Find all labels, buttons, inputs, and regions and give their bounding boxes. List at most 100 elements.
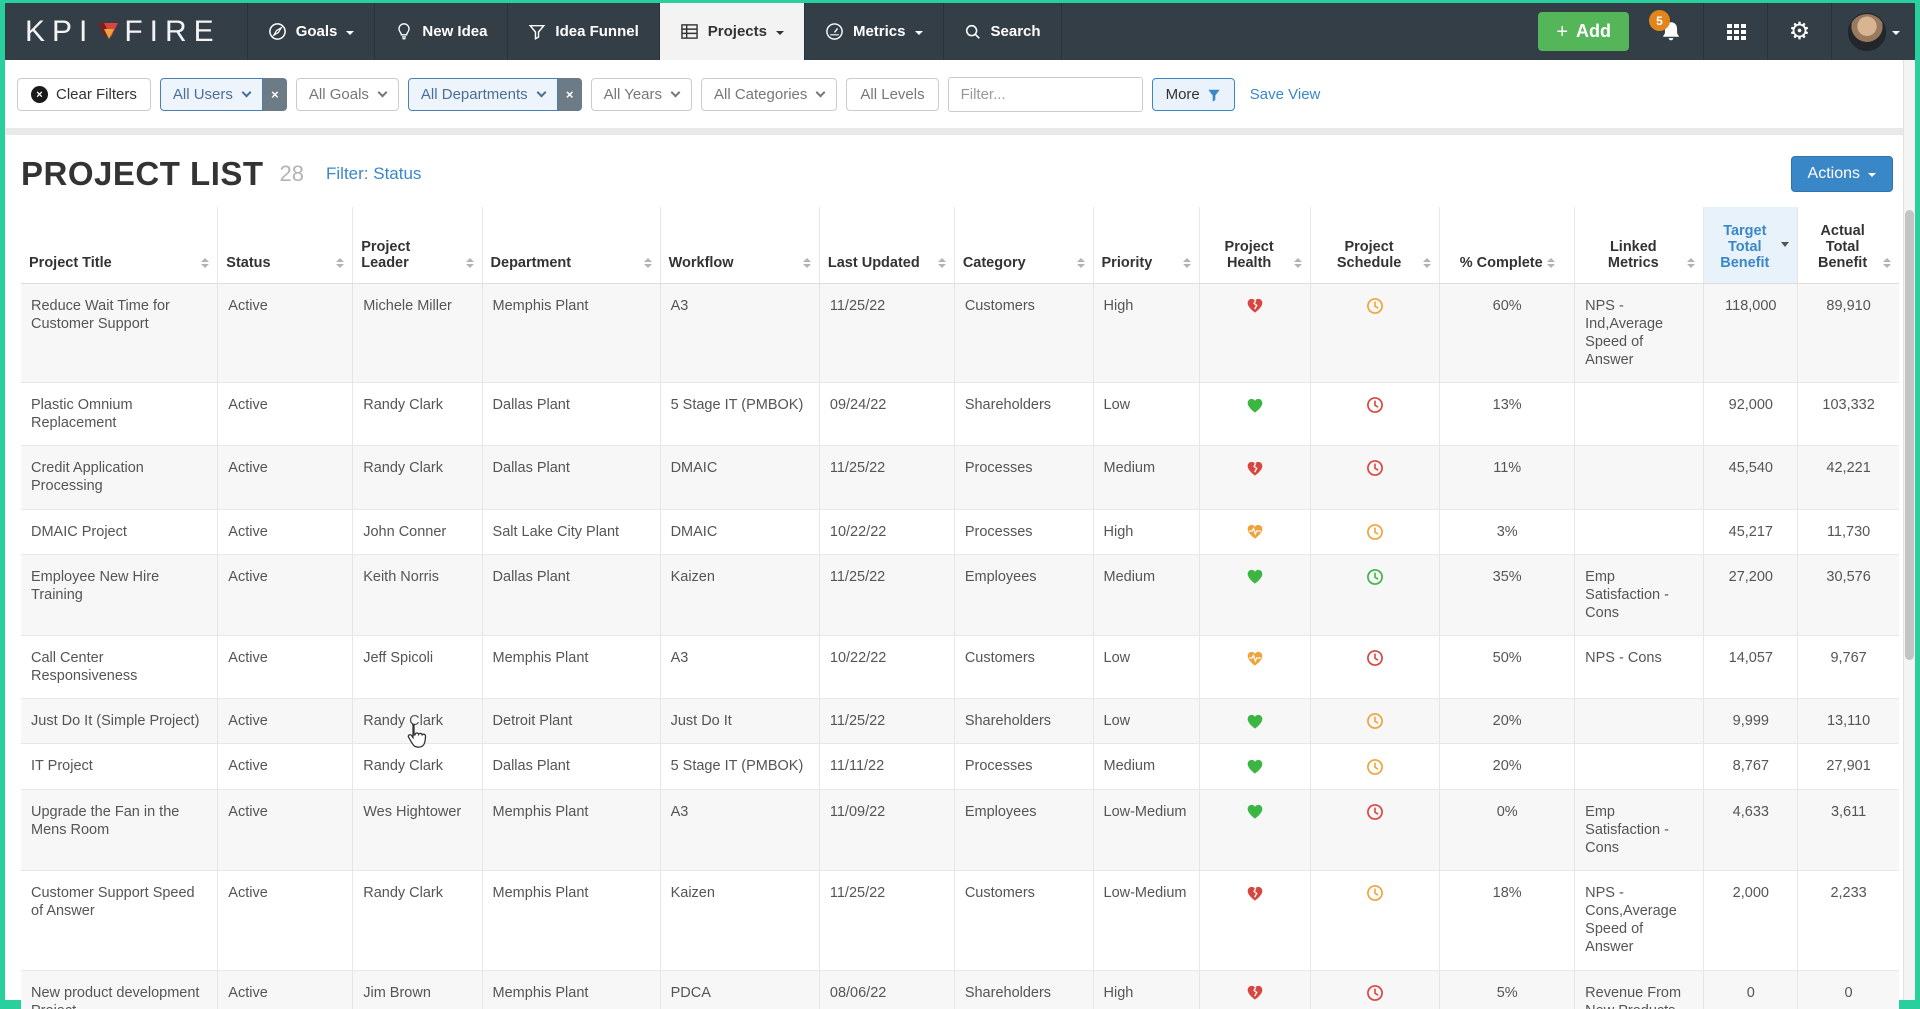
cell-actual-benefit: 89,910 (1798, 283, 1899, 383)
filter-select-all-users[interactable]: All Users (160, 78, 263, 111)
table-row[interactable]: DMAIC Project Active John Conner Salt La… (21, 509, 1899, 554)
cell-priority: Medium (1093, 744, 1200, 789)
cell-actual-benefit: 9,767 (1798, 636, 1899, 699)
filter-select-all-categories[interactable]: All Categories (701, 78, 837, 111)
table-row[interactable]: New product development Project Active J… (21, 970, 1899, 1009)
settings-button[interactable]: ⚙ (1767, 3, 1831, 60)
cell-project-title[interactable]: Employee New Hire Training (21, 554, 218, 635)
column-header-priority[interactable]: Priority (1093, 207, 1200, 283)
column-header-workflow[interactable]: Workflow (660, 207, 819, 283)
cell-target-benefit: 2,000 (1704, 871, 1798, 971)
table-row[interactable]: Just Do It (Simple Project) Active Randy… (21, 699, 1899, 744)
vertical-scrollbar[interactable] (1903, 60, 1915, 1000)
cell-workflow: Kaizen (660, 871, 819, 971)
cell-target-benefit: 0 (1704, 970, 1798, 1009)
kpi-fire-logo[interactable]: KPI FIRE (5, 3, 247, 60)
cell-project-title[interactable]: DMAIC Project (21, 509, 218, 554)
table-row[interactable]: Plastic Omnium Replacement Active Randy … (21, 383, 1899, 446)
health-red-broken-heart-icon (1246, 885, 1264, 901)
cell-project-title[interactable]: Customer Support Speed of Answer (21, 871, 218, 971)
column-header-status[interactable]: Status (218, 207, 353, 283)
cell-department: Dallas Plant (482, 383, 660, 446)
filter-clear-all-departments[interactable]: × (558, 78, 582, 111)
column-header-department[interactable]: Department (482, 207, 660, 283)
column-header-project-leader[interactable]: Project Leader (353, 207, 482, 283)
cell-project-title[interactable]: Reduce Wait Time for Customer Support (21, 283, 218, 383)
caret-down-icon (1868, 173, 1876, 177)
table-row[interactable]: IT Project Active Randy Clark Dallas Pla… (21, 744, 1899, 789)
clear-filters-button[interactable]: × Clear Filters (17, 78, 151, 111)
health-green-heart-icon (1246, 569, 1264, 585)
cell-project-title[interactable]: Plastic Omnium Replacement (21, 383, 218, 446)
column-header-project-health[interactable]: Project Health (1200, 207, 1311, 283)
health-green-heart-icon (1246, 713, 1264, 729)
table-row[interactable]: Call Center Responsiveness Active Jeff S… (21, 636, 1899, 699)
notifications-button[interactable]: 5 (1639, 3, 1703, 60)
chevron-down-icon (671, 88, 681, 98)
cell-project-title[interactable]: Just Do It (Simple Project) (21, 699, 218, 744)
scrollbar-thumb[interactable] (1905, 210, 1914, 660)
nav-item-projects[interactable]: Projects (659, 3, 804, 60)
cell-department: Memphis Plant (482, 789, 660, 870)
add-button[interactable]: + Add (1538, 12, 1629, 51)
filter-button-all-levels[interactable]: All Levels (846, 78, 938, 111)
cell-project-title[interactable]: New product development Project (21, 970, 218, 1009)
cell-status: Active (218, 509, 353, 554)
cell-project-leader: Keith Norris (353, 554, 482, 635)
filter-select-all-years[interactable]: All Years (591, 78, 692, 111)
cell-project-title[interactable]: IT Project (21, 744, 218, 789)
apps-grid-button[interactable] (1703, 3, 1767, 60)
cell-workflow: Just Do It (660, 699, 819, 744)
cell-category: Customers (954, 636, 1093, 699)
cell-workflow: 5 Stage IT (PMBOK) (660, 383, 819, 446)
nav-item-idea-funnel[interactable]: Idea Funnel (507, 3, 658, 60)
cell-linked-metrics (1575, 383, 1704, 446)
filter-clear-all-users[interactable]: × (263, 78, 287, 111)
cell-status: Active (218, 871, 353, 971)
cell-priority: Low (1093, 699, 1200, 744)
column-header-linked-metrics[interactable]: Linked Metrics (1575, 207, 1704, 283)
filter-select-all-departments[interactable]: All Departments (408, 78, 558, 111)
column-header--complete[interactable]: % Complete (1440, 207, 1575, 283)
table-row[interactable]: Customer Support Speed of Answer Active … (21, 871, 1899, 971)
cell-project-title[interactable]: Call Center Responsiveness (21, 636, 218, 699)
nav-item-search[interactable]: Search (943, 3, 1062, 60)
column-header-target-total-benefit[interactable]: Target Total Benefit (1704, 207, 1798, 283)
table-row[interactable]: Reduce Wait Time for Customer Support Ac… (21, 283, 1899, 383)
more-filters-button[interactable]: More (1152, 78, 1235, 111)
column-header-project-title[interactable]: Project Title (21, 207, 218, 283)
actions-button[interactable]: Actions (1791, 156, 1893, 192)
cell-project-title[interactable]: Upgrade the Fan in the Mens Room (21, 789, 218, 870)
filter-group-all-categories: All Categories (701, 78, 837, 111)
column-header-category[interactable]: Category (954, 207, 1093, 283)
column-header-project-schedule[interactable]: Project Schedule (1310, 207, 1439, 283)
schedule-orange-clock-icon (1366, 298, 1384, 314)
cell-linked-metrics: NPS - Cons,Average Speed of Answer (1575, 871, 1704, 971)
health-green-heart-icon (1246, 397, 1264, 413)
cell-percent-complete: 13% (1440, 383, 1575, 446)
cell-project-leader: Jeff Spicoli (353, 636, 482, 699)
column-header-actual-total-benefit[interactable]: Actual Total Benefit (1798, 207, 1899, 283)
cell-workflow: 5 Stage IT (PMBOK) (660, 744, 819, 789)
cell-status: Active (218, 554, 353, 635)
table-row[interactable]: Upgrade the Fan in the Mens Room Active … (21, 789, 1899, 870)
cell-last-updated: 11/09/22 (819, 789, 954, 870)
cell-target-benefit: 27,200 (1704, 554, 1798, 635)
table-row[interactable]: Employee New Hire Training Active Keith … (21, 554, 1899, 635)
nav-item-metrics[interactable]: Metrics (804, 3, 943, 60)
filter-select-all-goals[interactable]: All Goals (296, 78, 399, 111)
nav-item-new-idea[interactable]: New Idea (374, 3, 507, 60)
sort-icon (1183, 258, 1191, 271)
health-orange-pulse-heart-icon (1246, 650, 1264, 666)
save-view-link[interactable]: Save View (1250, 86, 1321, 103)
column-header-last-updated[interactable]: Last Updated (819, 207, 954, 283)
cell-status: Active (218, 283, 353, 383)
filter-status-link[interactable]: Filter: Status (326, 164, 421, 184)
cell-project-title[interactable]: Credit Application Processing (21, 446, 218, 509)
nav-item-goals[interactable]: Goals (247, 3, 375, 60)
schedule-red-clock-icon (1366, 397, 1384, 413)
filter-text-input[interactable] (948, 77, 1143, 112)
cell-department: Dallas Plant (482, 446, 660, 509)
user-menu[interactable] (1831, 3, 1915, 60)
table-row[interactable]: Credit Application Processing Active Ran… (21, 446, 1899, 509)
